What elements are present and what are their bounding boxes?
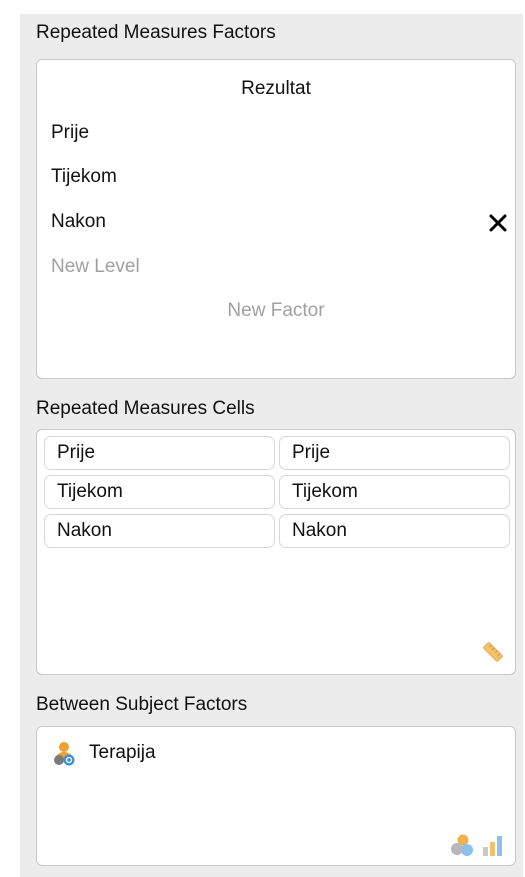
close-icon[interactable] [489, 214, 507, 232]
ordinal-icon [483, 836, 502, 856]
cell-variable-slot[interactable]: Prije [279, 436, 510, 470]
nominal-variable-icon [54, 742, 75, 766]
repeated-measures-factors-box[interactable]: Rezultat Prije Tijekom Nakon New Level N… [36, 59, 516, 379]
repeated-measures-cells-box[interactable]: Prije Prije Tijekom Tijekom Nakon Nakon [36, 429, 516, 675]
cell-variable-slot[interactable]: Tijekom [279, 475, 510, 509]
factor-level-tijekom[interactable]: Tijekom [51, 166, 117, 188]
factor-level-prije[interactable]: Prije [51, 122, 89, 144]
factor-level-nakon[interactable]: Nakon [51, 211, 106, 233]
repeated-measures-cells-title: Repeated Measures Cells [36, 398, 255, 419]
factor-name[interactable]: Rezultat [37, 78, 515, 100]
allowed-variable-types [449, 833, 505, 857]
analysis-options-panel: Repeated Measures Factors Rezultat Prije… [0, 0, 525, 877]
variable-label: Terapija [89, 742, 156, 763]
variable-item-terapija[interactable]: Terapija [51, 739, 156, 767]
new-level-input[interactable]: New Level [51, 256, 140, 278]
ruler-icon [483, 642, 503, 662]
cell-variable-slot[interactable]: Nakon [279, 514, 510, 548]
cell-level-label: Nakon [44, 514, 275, 548]
between-subject-factors-box[interactable]: Terapija [36, 726, 516, 866]
cell-level-label: Prije [44, 436, 275, 470]
between-subject-factors-title: Between Subject Factors [36, 694, 248, 715]
repeated-measures-factors-title: Repeated Measures Factors [36, 22, 276, 43]
new-factor-input[interactable]: New Factor [37, 300, 515, 322]
panel-inner: Repeated Measures Factors Rezultat Prije… [20, 14, 523, 877]
nominal-icon [451, 834, 473, 856]
cell-level-label: Tijekom [44, 475, 275, 509]
